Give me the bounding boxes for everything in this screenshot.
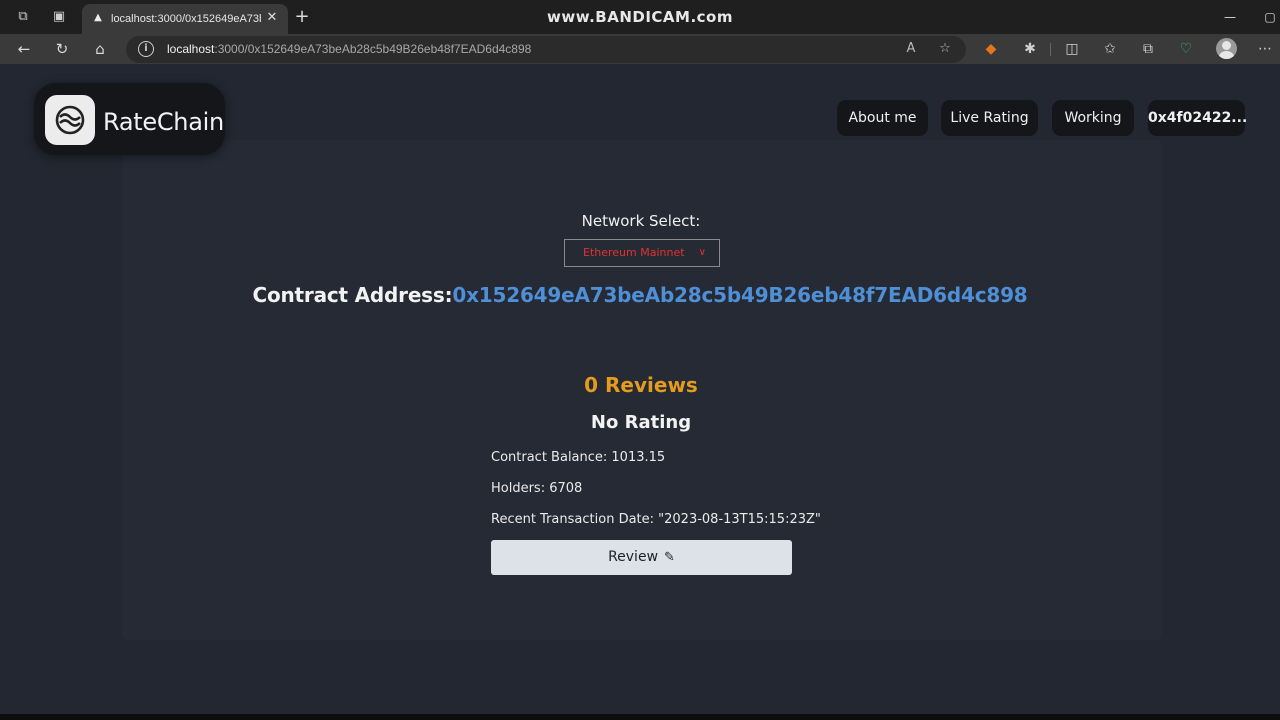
holders-count: Holders: 6708 [491,481,583,496]
reviews-count: 0 Reviews [584,373,698,397]
address-bar[interactable]: i localhost:3000/0x152649eA73beAb28c5b49… [126,36,966,63]
network-select[interactable]: Ethereum Mainnet ∨ [564,239,720,267]
fox-extension-icon[interactable]: ◆ [982,40,1000,58]
logo-mark-icon [45,95,95,145]
close-icon[interactable]: ✕ [264,10,280,26]
favorites-icon[interactable]: ✩ [1101,40,1119,58]
triangle-favicon-icon: ▲ [94,12,102,23]
heart-pulse-icon[interactable]: ♡ [1177,40,1195,58]
split-screen-icon[interactable]: ◫ [1063,40,1081,58]
browser-tab[interactable]: ▲ localhost:3000/0x152649eA73be ✕ [82,4,288,34]
refresh-icon[interactable]: ↻ [53,40,71,58]
info-icon[interactable]: i [138,41,154,57]
collections-icon[interactable]: ⧉ [1139,40,1157,58]
chain-swirl-icon [55,105,85,135]
recent-transaction-date: Recent Transaction Date: "2023-08-13T15:… [491,512,821,527]
url-text[interactable]: localhost:3000/0x152649eA73beAb28c5b49B2… [167,42,531,57]
review-button-label: Review [608,549,659,565]
bottom-edge [0,714,1280,720]
pencil-icon: ✎ [664,550,675,565]
browser-titlebar: ⧉ ▣ ▲ localhost:3000/0x152649eA73be ✕ + … [0,0,1280,34]
back-arrow-icon[interactable]: ← [15,40,33,58]
app-page: RateChain About me Live Rating Working 0… [0,64,1280,714]
contract-balance: Contract Balance: 1013.15 [491,450,666,465]
puzzle-icon[interactable]: ✱ [1021,40,1039,58]
chevron-down-icon: ∨ [698,247,706,258]
rating-text: No Rating [590,412,692,433]
logo-text: RateChain [103,108,224,136]
plus-icon[interactable]: + [293,8,311,26]
contract-address-line: Contract Address:0x152649eA73beAb28c5b49… [0,283,1280,307]
profile-icon[interactable] [1216,38,1237,59]
network-select-label: Network Select: [581,212,701,230]
tab-title: localhost:3000/0x152649eA73be [111,13,261,25]
recording-watermark: www.BANDICAM.com [546,8,733,26]
network-selected-value: Ethereum Mainnet [583,246,685,259]
star-icon[interactable]: ☆ [937,41,953,57]
nav-working[interactable]: Working [1052,100,1134,136]
tab-actions-icon[interactable]: ▣ [51,9,67,25]
workspaces-icon[interactable]: ⧉ [15,9,31,25]
more-icon[interactable]: ⋯ [1256,40,1274,58]
ratechain-logo[interactable]: RateChain [34,83,225,155]
read-aloud-icon[interactable]: A [903,41,919,57]
minimize-icon[interactable]: — [1222,9,1238,25]
browser-toolbar: ← ↻ ⌂ i localhost:3000/0x152649eA73beAb2… [0,34,1280,64]
contract-address-link[interactable]: 0x152649eA73beAb28c5b49B26eb48f7EAD6d4c8… [452,283,1027,307]
review-button[interactable]: Review ✎ [491,540,792,575]
maximize-icon[interactable]: ▢ [1262,9,1278,25]
home-icon[interactable]: ⌂ [91,40,109,58]
contract-address-label: Contract Address: [252,283,453,307]
nav-live-rating[interactable]: Live Rating [941,100,1038,136]
wallet-address-button[interactable]: 0x4f02422... [1148,100,1247,136]
toolbar-divider [1050,43,1051,56]
nav-about-me[interactable]: About me [837,100,928,136]
